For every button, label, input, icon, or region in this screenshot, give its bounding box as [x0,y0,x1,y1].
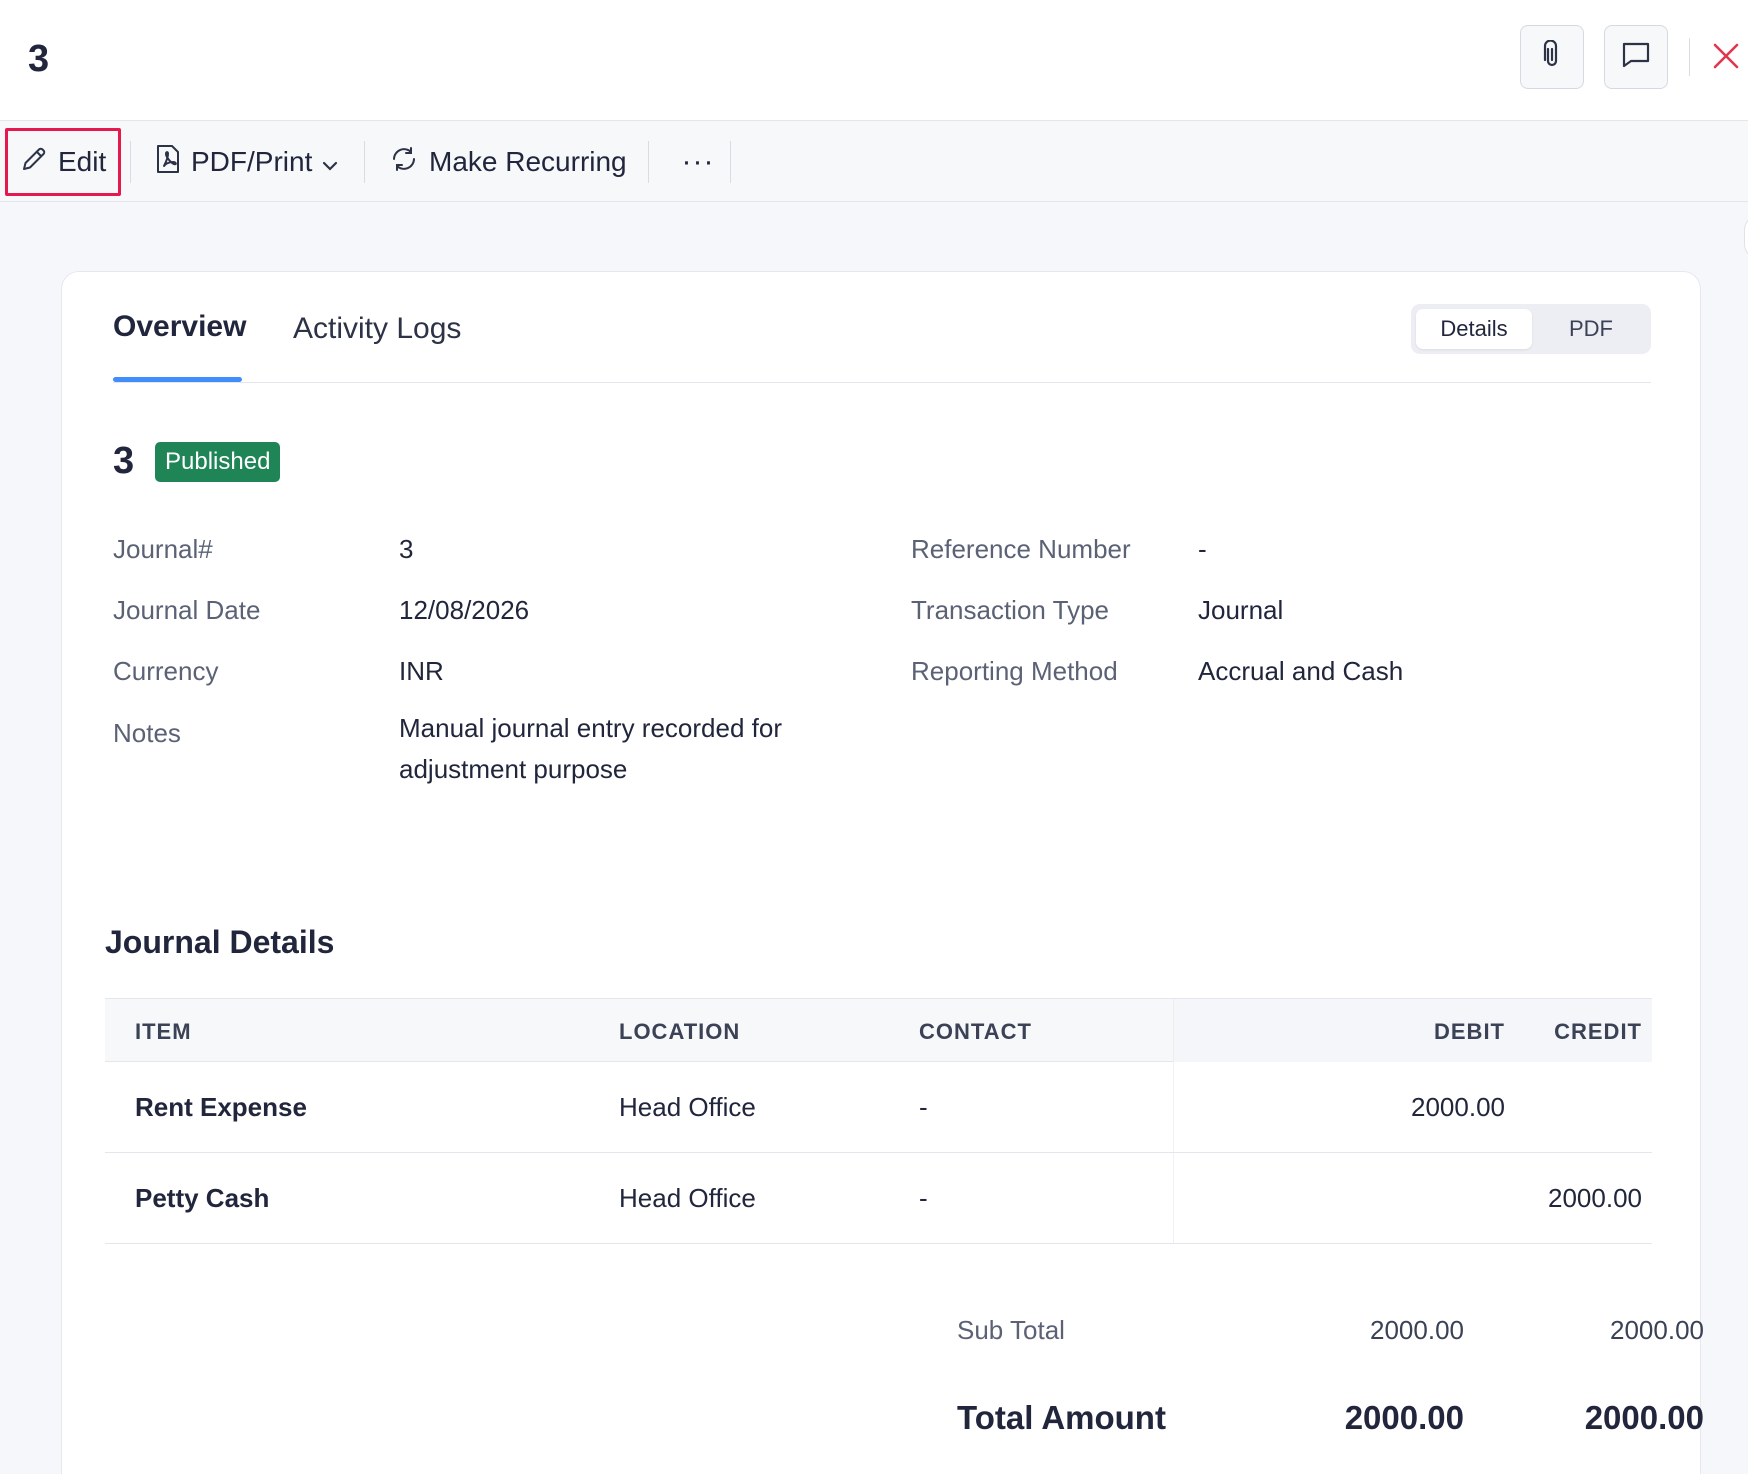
view-toggle: Details PDF [1411,304,1651,354]
row-credit: 2000.00 [1548,1183,1642,1213]
page-header: 3 [0,0,1748,121]
details-view-button[interactable]: Details [1416,309,1532,349]
pdf-print-button[interactable]: PDF/Print [155,128,348,196]
attach-button[interactable] [1520,25,1584,89]
field-label-currency: Currency [113,656,219,686]
edit-label: Edit [58,146,107,177]
pdf-view-button[interactable]: PDF [1535,309,1647,349]
journal-details-title: Journal Details [105,924,335,960]
toolbar-divider [648,141,649,183]
field-value-currency: INR [399,656,444,686]
total-debit: 2000.00 [1344,1399,1464,1436]
close-icon [1712,42,1740,75]
field-label-journal-number: Journal# [113,534,213,564]
row-item: Petty Cash [135,1183,270,1213]
action-toolbar: Edit PDF/Print Make Recurring ··· [0,122,1748,202]
more-options-button[interactable]: ··· [672,128,724,196]
row-location: Head Office [619,1183,756,1213]
total-credit: 2000.00 [1584,1399,1704,1436]
comment-icon [1621,41,1651,74]
paperclip-icon [1539,38,1565,75]
status-badge: Published [155,442,281,482]
field-label-reference-number: Reference Number [911,534,1131,564]
table-row: Petty Cash Head Office - 2000.00 [105,1153,1652,1244]
field-value-reference-number: - [1198,534,1207,564]
table-row: Rent Expense Head Office - 2000.00 [105,1062,1652,1153]
tab-overview[interactable]: Overview [113,310,246,344]
subtotal-credit: 2000.00 [1610,1315,1704,1345]
toolbar-divider [364,141,365,183]
make-recurring-button[interactable]: Make Recurring [389,128,627,196]
field-value-journal-number: 3 [399,534,414,564]
make-recurring-label: Make Recurring [429,146,627,177]
field-value-transaction-type: Journal [1198,595,1284,625]
journal-card: Overview Activity Logs Details PDF 3 Pub… [61,271,1704,1474]
column-header-item: ITEM [135,1019,192,1044]
edit-button[interactable]: Edit [5,128,121,196]
row-contact: - [919,1183,928,1213]
page-title: 3 [28,38,50,80]
field-label-transaction-type: Transaction Type [911,595,1109,625]
pdf-print-label: PDF/Print [191,146,313,177]
column-header-credit: CREDIT [1554,1019,1642,1044]
recurring-icon [389,145,429,180]
toolbar-divider [730,141,731,183]
journal-number: 3 [113,440,135,482]
toolbar-divider [130,141,131,183]
close-button[interactable] [1702,34,1748,82]
subtotal-label: Sub Total [957,1315,1065,1345]
pencil-icon [20,145,58,180]
field-label-reporting-method: Reporting Method [911,656,1118,686]
more-horizontal-icon: ··· [681,145,715,178]
field-label-notes: Notes [113,718,181,748]
total-amount-label: Total Amount [957,1399,1166,1436]
chevron-down-icon [322,146,348,178]
side-panel-handle[interactable] [1744,215,1748,259]
table-header: ITEM LOCATION CONTACT DEBIT CREDIT [105,998,1652,1062]
tabs-divider [113,382,1651,383]
row-item: Rent Expense [135,1092,307,1122]
row-debit: 2000.00 [1411,1092,1505,1122]
subtotal-debit: 2000.00 [1370,1315,1464,1345]
row-contact: - [919,1092,928,1122]
column-header-contact: CONTACT [919,1019,1032,1044]
tab-activity-logs[interactable]: Activity Logs [293,312,461,346]
comments-button[interactable] [1604,25,1668,89]
column-header-location: LOCATION [619,1019,741,1044]
field-value-reporting-method: Accrual and Cash [1198,656,1404,686]
field-value-journal-date: 12/08/2026 [399,595,530,625]
row-location: Head Office [619,1092,756,1122]
header-divider [1689,38,1690,76]
field-value-notes: Manual journal entry recorded for adjust… [399,713,782,784]
field-label-journal-date: Journal Date [113,595,261,625]
pdf-file-icon [155,144,191,181]
